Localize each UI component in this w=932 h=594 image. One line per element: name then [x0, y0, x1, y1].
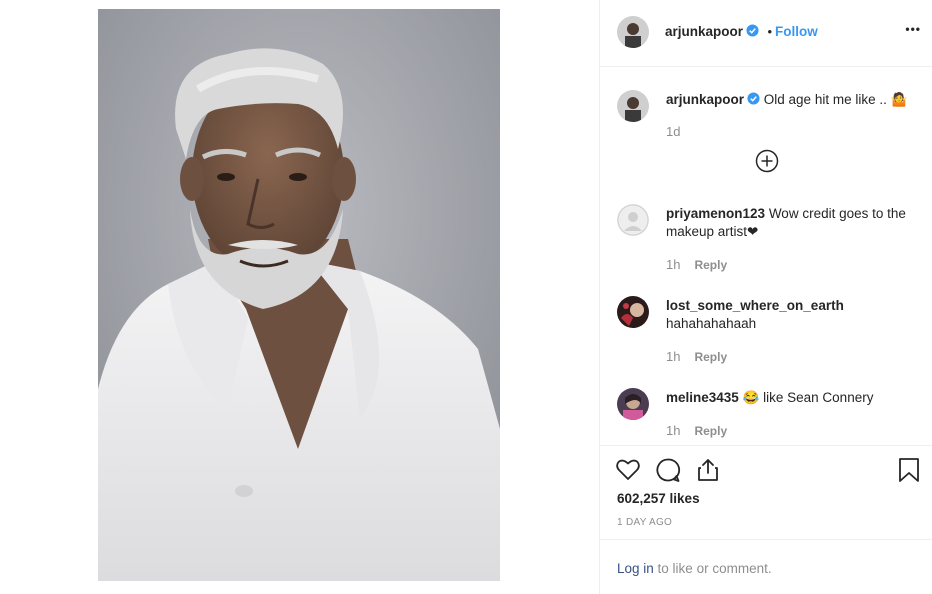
login-prompt-text: to like or comment. [653, 561, 772, 576]
comment-icon[interactable] [655, 457, 681, 483]
comment-meta: 1h Reply [666, 256, 727, 274]
comment-time: 1h [666, 423, 681, 438]
comment-item: meline3435 😂 like Sean Connery [666, 389, 921, 407]
reply-button[interactable]: Reply [694, 350, 727, 364]
caption-time: 1d [666, 124, 681, 139]
comment-text: hahahahahaah [666, 316, 757, 331]
comment-item: lost_some_where_on_earth hahahahahaah [666, 297, 921, 333]
commenter-avatar[interactable] [617, 204, 649, 236]
divider [600, 445, 932, 446]
author-avatar[interactable] [617, 16, 649, 48]
divider [600, 539, 932, 540]
more-options-icon[interactable]: ••• [905, 22, 921, 36]
comment-time: 1h [666, 349, 681, 364]
caption-username[interactable]: arjunkapoor [666, 92, 744, 107]
post-date: 1 DAY AGO [617, 517, 673, 528]
bookmark-icon[interactable] [896, 457, 922, 483]
comment-item: priyamenon123 Wow credit goes to the mak… [666, 205, 921, 241]
follow-separator: • [767, 24, 773, 39]
caption-avatar[interactable] [617, 90, 649, 122]
likes-count[interactable]: 602,257 likes [617, 491, 700, 506]
heart-icon[interactable] [615, 457, 641, 483]
commenter-avatar[interactable] [617, 388, 649, 420]
verified-badge-icon [747, 92, 760, 105]
caption-text: Old age hit me like .. 🤷 [763, 92, 908, 107]
comment-meta: 1h Reply [666, 422, 727, 440]
login-prompt: Log in to like or comment. [617, 561, 772, 576]
caption: arjunkapoor Old age hit me like .. 🤷 [666, 91, 921, 109]
comment-username[interactable]: meline3435 [666, 390, 739, 405]
verified-badge-icon [746, 24, 759, 37]
post-side-panel: arjunkapoor • Follow ••• arjunkapoor Old … [599, 0, 932, 594]
post-photo[interactable] [98, 9, 500, 581]
author-username[interactable]: arjunkapoor [665, 24, 743, 39]
comment-meta: 1h Reply [666, 348, 727, 366]
comment-text: 😂 like Sean Connery [742, 390, 874, 405]
comment-time: 1h [666, 257, 681, 272]
header-author-line: arjunkapoor • Follow [665, 23, 818, 41]
load-more-comments-icon[interactable] [755, 149, 779, 173]
reply-button[interactable]: Reply [694, 258, 727, 272]
comment-username[interactable]: priyamenon123 [666, 206, 765, 221]
comment-username[interactable]: lost_some_where_on_earth [666, 298, 844, 313]
share-icon[interactable] [695, 457, 721, 483]
commenter-avatar[interactable] [617, 296, 649, 328]
post-header: arjunkapoor • Follow ••• [600, 0, 932, 67]
post-photo-image [98, 9, 500, 581]
login-link[interactable]: Log in [617, 561, 654, 576]
follow-button[interactable]: Follow [775, 24, 818, 39]
reply-button[interactable]: Reply [694, 424, 727, 438]
